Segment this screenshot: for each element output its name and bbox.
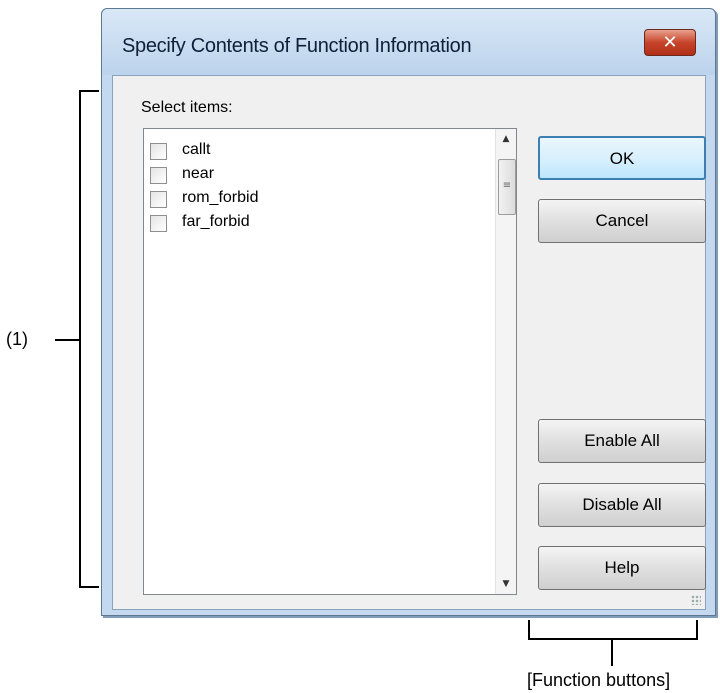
- title-bar: Specify Contents of Function Information…: [102, 9, 715, 75]
- item-label: callt: [182, 141, 211, 158]
- items-listbox[interactable]: callt near rom_forbid far_forbid ▲ ≡ ▼: [143, 128, 517, 595]
- annotation-function-buttons-connector: [611, 640, 613, 666]
- annotation-area-1-label: (1): [6, 329, 28, 349]
- dialog-client-area: Select items: callt near rom_forbid far_…: [112, 75, 706, 610]
- cancel-button[interactable]: Cancel: [538, 199, 706, 243]
- vertical-scrollbar[interactable]: ▲ ≡ ▼: [495, 129, 516, 594]
- help-button[interactable]: Help: [538, 546, 706, 590]
- close-icon: ✕: [662, 32, 678, 53]
- close-button[interactable]: ✕: [644, 29, 696, 56]
- annotation-function-buttons-label: [Function buttons]: [527, 670, 671, 690]
- item-checkbox[interactable]: [150, 215, 167, 232]
- scrollbar-thumb[interactable]: ≡: [498, 159, 516, 215]
- item-label: rom_forbid: [182, 189, 259, 206]
- dialog-window: Specify Contents of Function Information…: [101, 8, 716, 616]
- item-label: far_forbid: [182, 213, 250, 230]
- annotation-function-buttons-bracket: [528, 620, 698, 640]
- enable-all-button[interactable]: Enable All: [538, 419, 706, 463]
- item-label: near: [182, 165, 215, 182]
- item-checkbox[interactable]: [150, 191, 167, 208]
- annotation-area-1-bracket: [79, 90, 99, 588]
- item-checkbox[interactable]: [150, 167, 167, 184]
- ok-button[interactable]: OK: [538, 136, 706, 180]
- disable-all-button[interactable]: Disable All: [538, 483, 706, 527]
- annotation-area-1-connector: [55, 339, 79, 341]
- resize-grip-icon[interactable]: [691, 595, 701, 605]
- item-checkbox[interactable]: [150, 143, 167, 160]
- scroll-down-arrow-icon[interactable]: ▼: [496, 574, 516, 594]
- select-items-label: Select items:: [141, 99, 233, 116]
- scroll-up-arrow-icon[interactable]: ▲: [496, 129, 516, 149]
- dialog-title: Specify Contents of Function Information: [122, 35, 472, 57]
